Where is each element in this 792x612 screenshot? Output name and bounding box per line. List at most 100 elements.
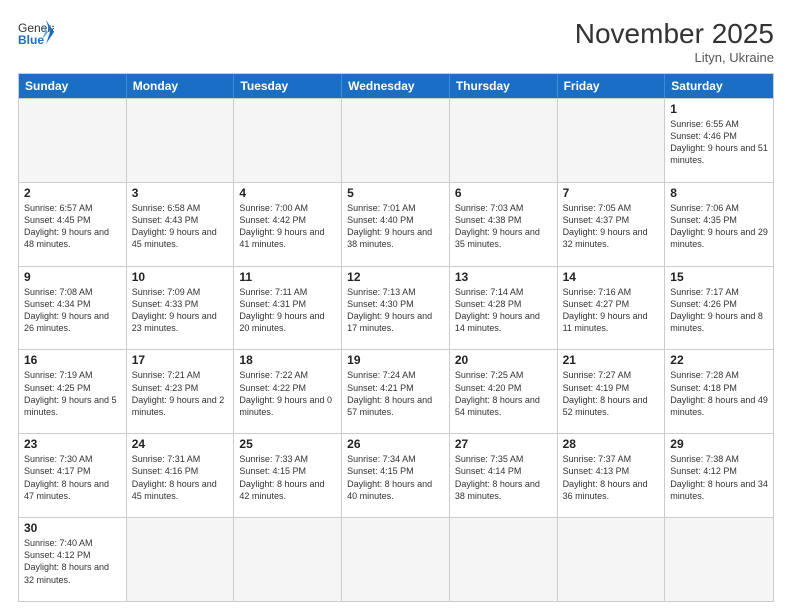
day-info: Sunrise: 7:24 AM Sunset: 4:21 PM Dayligh…	[347, 369, 444, 418]
day-of-week-tuesday: Tuesday	[234, 74, 342, 98]
day-number: 8	[670, 186, 768, 200]
day-info: Sunrise: 7:13 AM Sunset: 4:30 PM Dayligh…	[347, 286, 444, 335]
day-number: 14	[563, 270, 660, 284]
day-info: Sunrise: 7:31 AM Sunset: 4:16 PM Dayligh…	[132, 453, 229, 502]
header: General Blue November 2025 Lityn, Ukrain…	[18, 18, 774, 65]
calendar-cell: 17 Sunrise: 7:21 AM Sunset: 4:23 PM Dayli…	[127, 350, 235, 433]
calendar-cell: 26 Sunrise: 7:34 AM Sunset: 4:15 PM Dayli…	[342, 434, 450, 517]
day-number: 15	[670, 270, 768, 284]
day-info: Sunrise: 7:30 AM Sunset: 4:17 PM Dayligh…	[24, 453, 121, 502]
page: General Blue November 2025 Lityn, Ukrain…	[0, 0, 792, 612]
calendar-cell: 27Sunrise: 7:35 AM Sunset: 4:14 PM Dayli…	[450, 434, 558, 517]
day-of-week-monday: Monday	[127, 74, 235, 98]
calendar-cell: 23 Sunrise: 7:30 AM Sunset: 4:17 PM Dayli…	[19, 434, 127, 517]
calendar-cell	[127, 518, 235, 601]
calendar-cell: 18Sunrise: 7:22 AM Sunset: 4:22 PM Dayli…	[234, 350, 342, 433]
day-info: Sunrise: 7:19 AM Sunset: 4:25 PM Dayligh…	[24, 369, 121, 418]
logo: General Blue	[18, 18, 54, 46]
calendar-row-5: 30 Sunrise: 7:40 AM Sunset: 4:12 PM Dayli…	[19, 517, 773, 601]
calendar-cell: 20Sunrise: 7:25 AM Sunset: 4:20 PM Dayli…	[450, 350, 558, 433]
day-number: 26	[347, 437, 444, 451]
calendar: SundayMondayTuesdayWednesdayThursdayFrid…	[18, 73, 774, 602]
day-info: Sunrise: 7:22 AM Sunset: 4:22 PM Dayligh…	[239, 369, 336, 418]
day-number: 1	[670, 102, 768, 116]
day-info: Sunrise: 7:17 AM Sunset: 4:26 PM Dayligh…	[670, 286, 768, 335]
logo-icon: General Blue	[18, 18, 54, 46]
calendar-cell	[450, 518, 558, 601]
day-info: Sunrise: 7:11 AM Sunset: 4:31 PM Dayligh…	[239, 286, 336, 335]
day-number: 21	[563, 353, 660, 367]
day-of-week-friday: Friday	[558, 74, 666, 98]
calendar-cell: 11 Sunrise: 7:11 AM Sunset: 4:31 PM Dayli…	[234, 267, 342, 350]
day-info: Sunrise: 6:57 AM Sunset: 4:45 PM Dayligh…	[24, 202, 121, 251]
calendar-cell	[19, 99, 127, 182]
day-number: 9	[24, 270, 121, 284]
day-number: 19	[347, 353, 444, 367]
calendar-cell	[342, 99, 450, 182]
day-number: 3	[132, 186, 229, 200]
calendar-row-0: 1Sunrise: 6:55 AM Sunset: 4:46 PM Daylig…	[19, 98, 773, 182]
calendar-cell: 15 Sunrise: 7:17 AM Sunset: 4:26 PM Dayli…	[665, 267, 773, 350]
calendar-cell	[127, 99, 235, 182]
day-number: 5	[347, 186, 444, 200]
day-number: 11	[239, 270, 336, 284]
day-number: 12	[347, 270, 444, 284]
calendar-cell: 22 Sunrise: 7:28 AM Sunset: 4:18 PM Dayli…	[665, 350, 773, 433]
day-number: 13	[455, 270, 552, 284]
calendar-cell: 29 Sunrise: 7:38 AM Sunset: 4:12 PM Dayli…	[665, 434, 773, 517]
day-info: Sunrise: 7:05 AM Sunset: 4:37 PM Dayligh…	[563, 202, 660, 251]
calendar-cell: 19 Sunrise: 7:24 AM Sunset: 4:21 PM Dayli…	[342, 350, 450, 433]
calendar-row-2: 9Sunrise: 7:08 AM Sunset: 4:34 PM Daylig…	[19, 266, 773, 350]
day-of-week-wednesday: Wednesday	[342, 74, 450, 98]
month-title: November 2025	[575, 18, 774, 50]
title-block: November 2025 Lityn, Ukraine	[575, 18, 774, 65]
day-info: Sunrise: 7:14 AM Sunset: 4:28 PM Dayligh…	[455, 286, 552, 335]
day-info: Sunrise: 7:16 AM Sunset: 4:27 PM Dayligh…	[563, 286, 660, 335]
day-number: 27	[455, 437, 552, 451]
calendar-cell	[558, 518, 666, 601]
day-info: Sunrise: 7:01 AM Sunset: 4:40 PM Dayligh…	[347, 202, 444, 251]
day-of-week-sunday: Sunday	[19, 74, 127, 98]
calendar-body: 1Sunrise: 6:55 AM Sunset: 4:46 PM Daylig…	[19, 98, 773, 601]
calendar-cell: 5 Sunrise: 7:01 AM Sunset: 4:40 PM Daylig…	[342, 183, 450, 266]
day-number: 29	[670, 437, 768, 451]
calendar-cell: 30 Sunrise: 7:40 AM Sunset: 4:12 PM Dayli…	[19, 518, 127, 601]
day-info: Sunrise: 7:25 AM Sunset: 4:20 PM Dayligh…	[455, 369, 552, 418]
calendar-cell	[234, 99, 342, 182]
calendar-cell	[234, 518, 342, 601]
day-number: 10	[132, 270, 229, 284]
day-info: Sunrise: 7:06 AM Sunset: 4:35 PM Dayligh…	[670, 202, 768, 251]
day-info: Sunrise: 7:34 AM Sunset: 4:15 PM Dayligh…	[347, 453, 444, 502]
day-info: Sunrise: 7:00 AM Sunset: 4:42 PM Dayligh…	[239, 202, 336, 251]
day-of-week-thursday: Thursday	[450, 74, 558, 98]
day-number: 7	[563, 186, 660, 200]
day-info: Sunrise: 7:40 AM Sunset: 4:12 PM Dayligh…	[24, 537, 121, 586]
day-number: 22	[670, 353, 768, 367]
day-info: Sunrise: 7:28 AM Sunset: 4:18 PM Dayligh…	[670, 369, 768, 418]
day-number: 23	[24, 437, 121, 451]
svg-text:Blue: Blue	[18, 33, 44, 46]
calendar-cell: 10 Sunrise: 7:09 AM Sunset: 4:33 PM Dayli…	[127, 267, 235, 350]
calendar-cell: 8 Sunrise: 7:06 AM Sunset: 4:35 PM Daylig…	[665, 183, 773, 266]
calendar-cell: 6Sunrise: 7:03 AM Sunset: 4:38 PM Daylig…	[450, 183, 558, 266]
day-info: Sunrise: 7:38 AM Sunset: 4:12 PM Dayligh…	[670, 453, 768, 502]
calendar-cell: 1Sunrise: 6:55 AM Sunset: 4:46 PM Daylig…	[665, 99, 773, 182]
day-number: 17	[132, 353, 229, 367]
calendar-cell: 14 Sunrise: 7:16 AM Sunset: 4:27 PM Dayli…	[558, 267, 666, 350]
day-info: Sunrise: 7:09 AM Sunset: 4:33 PM Dayligh…	[132, 286, 229, 335]
day-info: Sunrise: 7:21 AM Sunset: 4:23 PM Dayligh…	[132, 369, 229, 418]
calendar-cell: 24Sunrise: 7:31 AM Sunset: 4:16 PM Dayli…	[127, 434, 235, 517]
day-number: 25	[239, 437, 336, 451]
calendar-cell: 16Sunrise: 7:19 AM Sunset: 4:25 PM Dayli…	[19, 350, 127, 433]
calendar-row-3: 16Sunrise: 7:19 AM Sunset: 4:25 PM Dayli…	[19, 349, 773, 433]
calendar-cell	[558, 99, 666, 182]
day-info: Sunrise: 6:58 AM Sunset: 4:43 PM Dayligh…	[132, 202, 229, 251]
calendar-cell: 21 Sunrise: 7:27 AM Sunset: 4:19 PM Dayli…	[558, 350, 666, 433]
day-info: Sunrise: 7:27 AM Sunset: 4:19 PM Dayligh…	[563, 369, 660, 418]
day-number: 30	[24, 521, 121, 535]
calendar-cell: 2 Sunrise: 6:57 AM Sunset: 4:45 PM Daylig…	[19, 183, 127, 266]
calendar-cell	[450, 99, 558, 182]
calendar-row-4: 23 Sunrise: 7:30 AM Sunset: 4:17 PM Dayli…	[19, 433, 773, 517]
day-number: 2	[24, 186, 121, 200]
calendar-cell: 7 Sunrise: 7:05 AM Sunset: 4:37 PM Daylig…	[558, 183, 666, 266]
